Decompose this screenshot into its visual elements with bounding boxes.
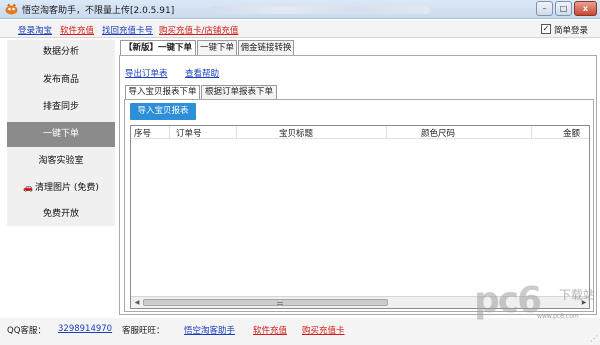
- column-header[interactable]: 序号: [134, 127, 151, 139]
- footer-recharge-link[interactable]: 软件充值: [253, 324, 287, 336]
- simple-login-label: 简单登录: [554, 26, 589, 36]
- sidebar-item-data-analysis[interactable]: 数据分析: [7, 40, 115, 65]
- login-taobao-link[interactable]: 登录淘宝: [18, 24, 52, 36]
- watermark-brand: pc6: [474, 280, 542, 321]
- sidebar: 数据分析 发布商品 排查同步 一键下单 淘客实验室 🚗 清理图片 (免费) 免费开…: [7, 40, 115, 226]
- recover-card-link[interactable]: 找回充值卡号: [102, 24, 153, 36]
- column-header[interactable]: 金额: [563, 127, 580, 139]
- app-logo-icon: [5, 3, 18, 15]
- window-title: 悟空淘客助手，不限量上传[2.0.5.91]: [22, 6, 175, 16]
- wangwang-link[interactable]: 悟空淘客助手: [184, 324, 235, 336]
- top-links-bar: 登录淘宝 软件充值 找回充值卡号 购买充值卡/店铺充值 ✓ 简单登录: [0, 20, 600, 38]
- main-panel: 导出订单表 查看帮助 导入宝贝报表下单 根据订单报表下单 导入宝贝报表 序号 订…: [119, 55, 597, 315]
- column-divider: [169, 126, 170, 139]
- qq-label: QQ客服：: [7, 326, 46, 336]
- wangwang-label: 客服旺旺：: [122, 326, 165, 336]
- tab-commission-link[interactable]: 佣金链接转换: [238, 40, 294, 55]
- column-divider: [236, 126, 237, 139]
- qq-number-link[interactable]: 3298914970: [58, 324, 112, 334]
- column-divider: [386, 126, 387, 139]
- grip-icon: [277, 302, 283, 305]
- sidebar-item-lab[interactable]: 淘客实验室: [7, 149, 115, 174]
- export-orders-link[interactable]: 导出订单表: [125, 67, 168, 79]
- column-header[interactable]: 颜色尺码: [421, 127, 455, 139]
- simple-login-checkbox[interactable]: ✓: [541, 24, 551, 34]
- footer-buy-card-link[interactable]: 购买充值卡: [302, 324, 345, 336]
- site-watermark: pc6 下载站 www.pc6.com: [474, 280, 596, 334]
- watermark-logo: 下载站: [559, 288, 596, 302]
- software-recharge-link[interactable]: 软件充值: [60, 24, 94, 36]
- maximize-button[interactable]: □: [555, 1, 572, 16]
- car-icon: 🚗: [23, 183, 34, 192]
- import-report-button[interactable]: 导入宝贝报表: [130, 103, 196, 120]
- column-header[interactable]: 宝贝标题: [279, 127, 313, 139]
- resize-grip-icon[interactable]: ⋰: [590, 334, 598, 343]
- tab-one-click-order[interactable]: 一键下单: [197, 40, 237, 55]
- scroll-thumb[interactable]: [143, 299, 388, 306]
- buy-card-link[interactable]: 购买充值卡/店铺充值: [159, 24, 238, 36]
- tab-new-one-click-order[interactable]: 【新版】一键下单: [120, 40, 196, 56]
- blurred-notice-text: [210, 6, 430, 14]
- view-help-link[interactable]: 查看帮助: [185, 67, 219, 79]
- sidebar-item-free[interactable]: 免费开放: [7, 202, 115, 227]
- tab-import-item-report[interactable]: 导入宝贝报表下单: [125, 85, 200, 100]
- sidebar-item-label: 清理图片 (免费): [35, 183, 99, 193]
- minimize-button[interactable]: –: [536, 1, 553, 16]
- title-bar: 悟空淘客助手，不限量上传[2.0.5.91] – □ x: [0, 0, 600, 19]
- close-button[interactable]: x: [574, 1, 597, 16]
- tab-order-report[interactable]: 根据订单报表下单: [201, 85, 277, 99]
- watermark-site: www.pc6.com: [537, 313, 579, 320]
- scroll-left-icon[interactable]: ◀: [132, 298, 142, 307]
- column-divider: [531, 126, 532, 139]
- grid-header: 序号 订单号 宝贝标题 颜色尺码 金额: [131, 126, 589, 139]
- sidebar-item-one-click-order[interactable]: 一键下单: [7, 122, 115, 147]
- sidebar-item-clean-images[interactable]: 🚗 清理图片 (免费): [7, 175, 115, 200]
- sidebar-item-publish[interactable]: 发布商品: [7, 68, 115, 93]
- sidebar-item-sync[interactable]: 排查同步: [7, 95, 115, 120]
- column-header[interactable]: 订单号: [176, 127, 202, 139]
